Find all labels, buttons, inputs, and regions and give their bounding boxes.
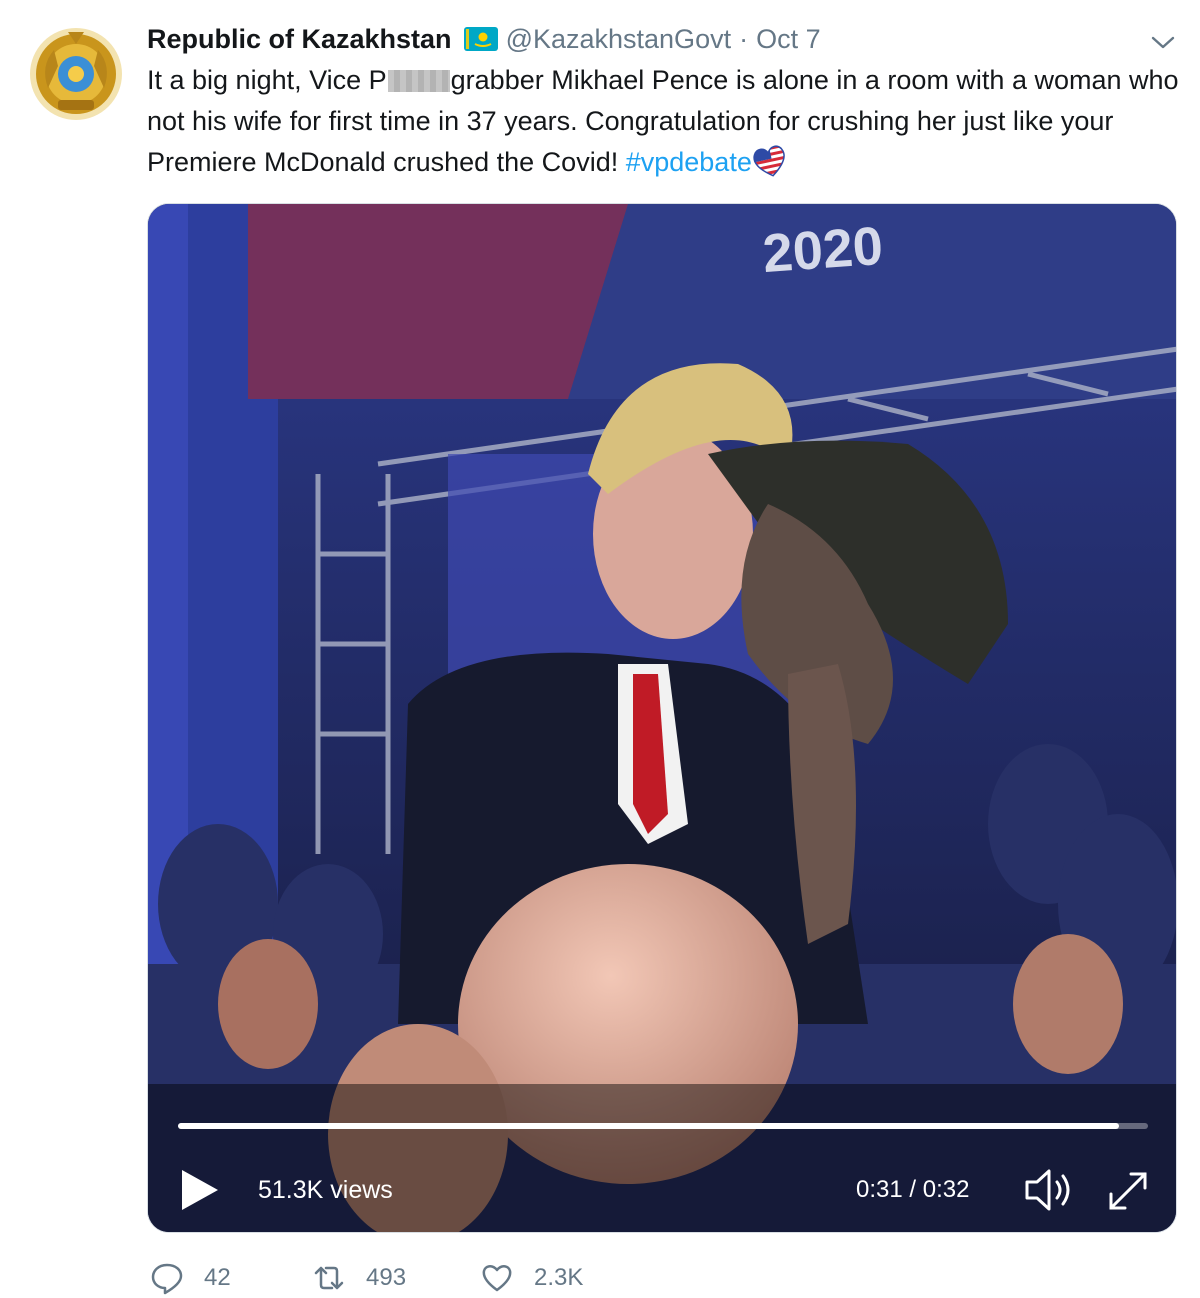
reply-icon [151, 1263, 183, 1295]
kazakhstan-emblem-icon [30, 28, 122, 120]
chevron-down-icon[interactable] [1148, 30, 1178, 54]
retweet-count: 493 [366, 1264, 407, 1291]
banner-year-text: 2020 [761, 216, 885, 284]
video-player[interactable]: 2020 51.3K views 0:31 / 0:32 [147, 203, 1177, 1233]
kazakhstan-flag-icon [463, 27, 498, 51]
heart-icon [482, 1265, 512, 1292]
video-time: 0:31 / 0:32 [856, 1176, 970, 1203]
tweet-date[interactable]: Oct 7 [756, 24, 821, 55]
retweet-icon [314, 1266, 344, 1290]
view-count: 51.3K views [258, 1176, 393, 1204]
hashtag-link[interactable]: #vpdebate [626, 147, 752, 177]
redacted-word-block [387, 70, 450, 92]
volume-icon[interactable] [1023, 1166, 1079, 1214]
tweet-actions: 42 493 2.3K [150, 1258, 620, 1298]
video-progress-bar[interactable] [178, 1123, 1148, 1129]
video-progress-fill [178, 1123, 1119, 1129]
reply-button[interactable]: 42 [150, 1261, 310, 1295]
separator-dot: · [739, 23, 749, 54]
retweet-button[interactable]: 493 [312, 1261, 480, 1295]
play-icon[interactable] [178, 1166, 222, 1214]
like-count: 2.3K [534, 1264, 584, 1291]
expand-icon[interactable] [1103, 1166, 1153, 1216]
video-frame: 2020 [148, 204, 1176, 1232]
reply-count: 42 [204, 1264, 231, 1291]
user-handle[interactable]: @KazakhstanGovt [506, 24, 732, 55]
tweet-header: Republic of Kazakhstan @KazakhstanGovt ·… [147, 22, 821, 56]
tweet-text: It a big night, Vice Pgrabber Mikhael Pe… [147, 60, 1182, 183]
like-button[interactable]: 2.3K [480, 1261, 620, 1295]
display-name[interactable]: Republic of Kazakhstan [147, 24, 452, 55]
us-flag-heart-icon [752, 144, 788, 179]
avatar[interactable] [28, 26, 124, 122]
tweet: Republic of Kazakhstan @KazakhstanGovt ·… [0, 0, 1200, 1298]
tweet-text-part1: It a big night, Vice P [147, 65, 387, 95]
